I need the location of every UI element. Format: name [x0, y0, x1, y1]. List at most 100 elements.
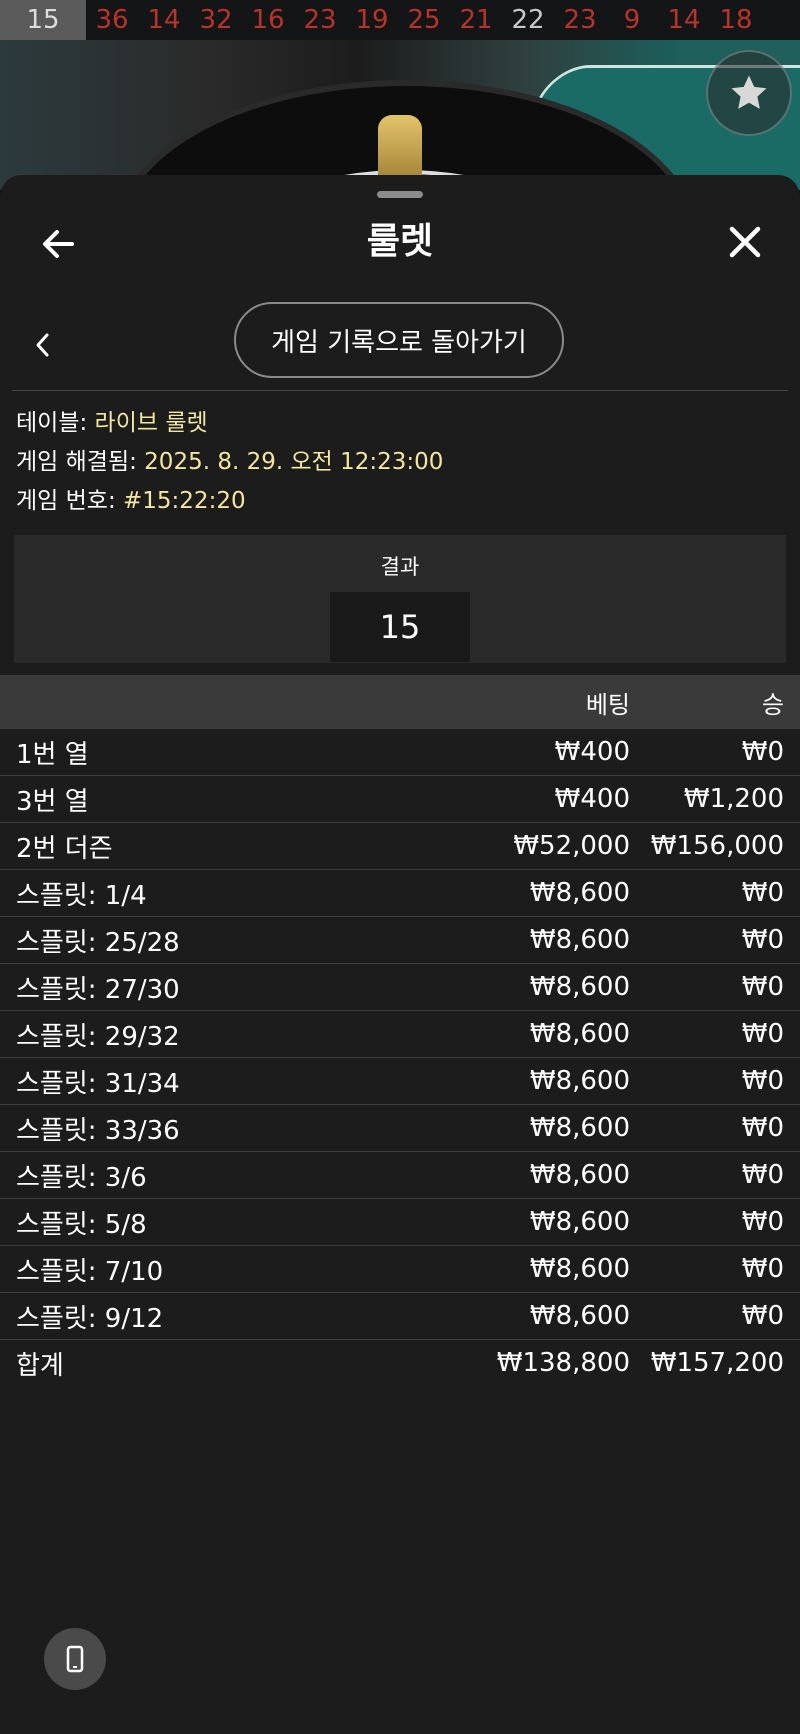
table-row: 스플릿: 9/12 ₩8,600 ₩0	[0, 1293, 800, 1340]
back-to-history-button[interactable]: 게임 기록으로 돌아가기	[234, 302, 564, 378]
bet-type-cell: 스플릿: 1/4	[16, 880, 147, 911]
win-amount-cell: ₩0	[741, 925, 784, 955]
bet-type-cell: 스플릿: 25/28	[16, 927, 180, 958]
bet-amount-cell: ₩8,600	[529, 1066, 630, 1096]
bet-amount-cell: ₩8,600	[529, 1113, 630, 1143]
bet-amount-cell: ₩8,600	[529, 1019, 630, 1049]
history-number: 18	[719, 5, 753, 35]
bet-type-cell: 2번 더즌	[16, 833, 113, 864]
sheet-drag-handle[interactable]	[377, 191, 423, 198]
resolved-info-label: 게임 해결됨:	[16, 449, 145, 475]
game-number-label: 게임 번호:	[16, 488, 124, 514]
bet-type-cell: 1번 열	[16, 739, 89, 770]
table-row: 스플릿: 29/32 ₩8,600 ₩0	[0, 1011, 800, 1058]
win-amount-cell: ₩0	[741, 878, 784, 908]
result-box: 결과 15	[14, 535, 786, 663]
header-bet-type: .	[0, 688, 420, 716]
history-number: 36	[95, 5, 129, 35]
resolved-info: 게임 해결됨: 2025. 8. 29. 오전 12:23:00	[16, 447, 443, 477]
device-orientation-button[interactable]	[44, 1628, 106, 1690]
table-info-value: 라이브 룰렛	[94, 410, 208, 436]
history-strip: 15 36 14 32 16 23 19 25 21 22 23 9 14 18	[0, 0, 800, 40]
bet-amount-cell: ₩8,600	[529, 972, 630, 1002]
bet-type-cell: 스플릿: 31/34	[16, 1068, 180, 1099]
table-row: 1번 열 ₩400 ₩0	[0, 729, 800, 776]
win-amount-cell: ₩0	[741, 972, 784, 1002]
table-row: 3번 열 ₩400 ₩1,200	[0, 776, 800, 823]
close-icon[interactable]	[722, 219, 768, 265]
history-number: 16	[251, 5, 285, 35]
total-label: 합계	[16, 1350, 64, 1381]
bet-amount-cell: ₩8,600	[529, 878, 630, 908]
bet-amount-cell: ₩8,600	[529, 1254, 630, 1284]
history-number: 9	[623, 5, 641, 35]
win-amount-cell: ₩0	[741, 1019, 784, 1049]
history-number: 14	[147, 5, 181, 35]
resolved-info-value: 2025. 8. 29. 오전 12:23:00	[144, 449, 444, 475]
table-row: 2번 더즌 ₩52,000 ₩156,000	[0, 823, 800, 870]
header-bet: 베팅	[585, 690, 630, 719]
win-amount-cell: ₩1,200	[683, 784, 784, 814]
bet-type-cell: 스플릿: 27/30	[16, 974, 180, 1005]
chevron-left-icon[interactable]	[28, 327, 58, 363]
bet-type-cell: 스플릿: 3/6	[16, 1162, 147, 1193]
history-number: 14	[667, 5, 701, 35]
history-number: 23	[303, 5, 337, 35]
history-number: 22	[511, 5, 545, 35]
sheet-title: 룰렛	[366, 221, 434, 262]
history-number: 32	[199, 5, 233, 35]
win-amount-cell: ₩0	[741, 1113, 784, 1143]
win-amount-cell: ₩0	[741, 737, 784, 767]
history-number: 23	[563, 5, 597, 35]
bet-type-cell: 스플릿: 9/12	[16, 1303, 164, 1334]
table-row: 스플릿: 33/36 ₩8,600 ₩0	[0, 1105, 800, 1152]
star-icon	[731, 75, 767, 109]
game-detail-sheet: 룰렛 게임 기록으로 돌아가기 테이블: 라이브 룰렛 게임 해결됨: 2025…	[0, 175, 800, 1734]
live-video-background	[0, 40, 800, 190]
game-number-info: 게임 번호: #15:22:20	[16, 486, 246, 516]
table-body: 1번 열 ₩400 ₩0 3번 열 ₩400 ₩1,200 2번 더즌 ₩52,000 ₩156…	[0, 729, 800, 1340]
bet-type-cell: 스플릿: 7/10	[16, 1256, 164, 1287]
table-row: 스플릿: 25/28 ₩8,600 ₩0	[0, 917, 800, 964]
table-header: . 베팅 승	[0, 675, 800, 729]
win-amount-cell: ₩156,000	[650, 831, 784, 861]
table-total-row: 합계 ₩138,800 ₩157,200	[0, 1340, 800, 1386]
table-info-label: 테이블:	[16, 410, 95, 436]
result-value: 15	[330, 592, 470, 662]
bet-amount-cell: ₩8,600	[529, 1301, 630, 1331]
bet-amount-cell: ₩52,000	[513, 831, 630, 861]
table-row: 스플릿: 7/10 ₩8,600 ₩0	[0, 1246, 800, 1293]
bet-type-cell: 3번 열	[16, 786, 89, 817]
win-amount-cell: ₩0	[741, 1301, 784, 1331]
history-number: 21	[459, 5, 493, 35]
win-amount-cell: ₩0	[741, 1207, 784, 1237]
phone-icon	[66, 1645, 84, 1673]
divider	[12, 390, 788, 391]
history-number: 19	[355, 5, 389, 35]
win-amount-cell: ₩0	[741, 1066, 784, 1096]
favorite-button[interactable]	[706, 50, 792, 136]
win-amount-cell: ₩0	[741, 1160, 784, 1190]
history-number: 25	[407, 5, 441, 35]
bet-amount-cell: ₩400	[554, 737, 630, 767]
bets-table: . 베팅 승 1번 열 ₩400 ₩0 3번 열 ₩400 ₩1,200 2번 더즌 ₩52,…	[0, 675, 800, 1386]
bet-type-cell: 스플릿: 5/8	[16, 1209, 147, 1240]
table-info: 테이블: 라이브 룰렛	[16, 408, 208, 438]
table-row: 스플릿: 27/30 ₩8,600 ₩0	[0, 964, 800, 1011]
history-current-number: 15	[0, 0, 86, 40]
total-bet: ₩138,800	[496, 1348, 630, 1378]
win-amount-cell: ₩0	[741, 1254, 784, 1284]
game-number-value: #15:22:20	[123, 488, 246, 514]
bet-type-cell: 스플릿: 29/32	[16, 1021, 180, 1052]
table-row: 스플릿: 3/6 ₩8,600 ₩0	[0, 1152, 800, 1199]
bet-amount-cell: ₩400	[554, 784, 630, 814]
table-row: 스플릿: 1/4 ₩8,600 ₩0	[0, 870, 800, 917]
bet-amount-cell: ₩8,600	[529, 1160, 630, 1190]
bet-amount-cell: ₩8,600	[529, 1207, 630, 1237]
result-label: 결과	[380, 555, 420, 579]
bet-type-cell: 스플릿: 33/36	[16, 1115, 180, 1146]
bet-amount-cell: ₩8,600	[529, 925, 630, 955]
table-row: 스플릿: 5/8 ₩8,600 ₩0	[0, 1199, 800, 1246]
total-win: ₩157,200	[650, 1348, 784, 1378]
table-row: 스플릿: 31/34 ₩8,600 ₩0	[0, 1058, 800, 1105]
